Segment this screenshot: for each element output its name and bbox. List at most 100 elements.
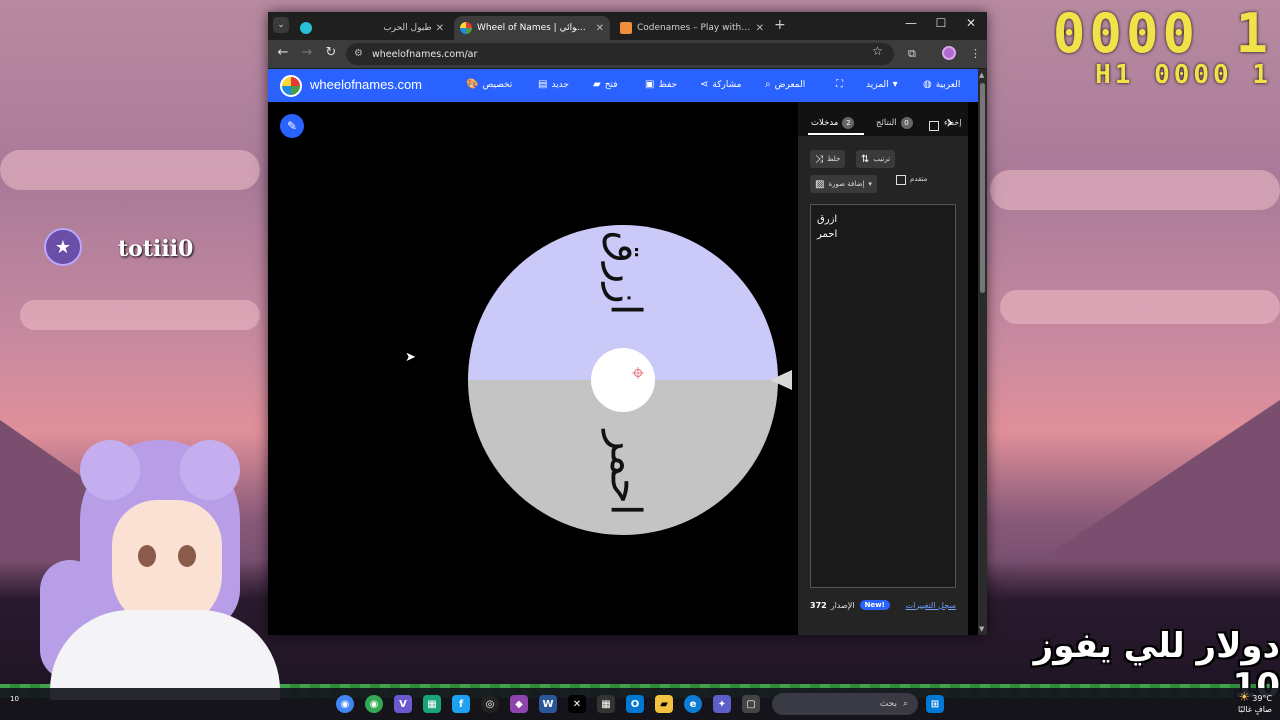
entry-line: احمر [817, 229, 838, 240]
shuffle-button[interactable]: ⤨ خلط [810, 150, 846, 168]
customize-label: تخصيص [482, 79, 513, 90]
obs-icon[interactable]: ◎ [481, 695, 499, 713]
chrome-profile-icon[interactable]: ◉ [365, 695, 383, 713]
chrome-icon[interactable]: ◉ [336, 695, 354, 713]
add-image-dropdown[interactable]: ▨ إضافة صورة ▾ [810, 175, 877, 193]
scroll-thumb[interactable] [980, 83, 985, 293]
save-button[interactable]: ▣ حفظ [645, 79, 677, 90]
active-tab-indicator [808, 133, 864, 135]
maximize-icon[interactable]: ☐ [926, 16, 956, 30]
tab-title: Wheel of Names | اسم العشوائي [477, 23, 592, 33]
file-explorer-icon[interactable]: ▰ [655, 695, 673, 713]
sort-icon: ⇅ [861, 153, 870, 165]
new-tab-plus-icon[interactable]: + [774, 17, 786, 33]
more-button[interactable]: المزيد ▾ [866, 79, 898, 90]
tab-close-icon[interactable]: ✕ [756, 23, 764, 34]
word-icon[interactable]: W [539, 695, 557, 713]
new-file-icon: ▤ [538, 79, 548, 90]
new-badge: New! [859, 600, 890, 610]
app-purple-icon[interactable]: ◆ [510, 695, 528, 713]
browser-menu-kebab-icon[interactable]: ⋮ [970, 47, 981, 60]
scroll-down-icon[interactable]: ▼ [979, 625, 984, 633]
back-arrow-icon[interactable]: ← [274, 45, 292, 60]
close-window-icon[interactable]: ✕ [956, 16, 986, 30]
weather-temp: 39°C [1252, 694, 1272, 703]
vtube-studio-icon[interactable]: V [394, 695, 412, 713]
edit-pencil-icon[interactable]: ✎ [280, 114, 304, 138]
spin-wheel[interactable]: ازرق احمر [466, 223, 780, 537]
store-icon[interactable]: ▦ [597, 695, 615, 713]
entries-panel: مدخلات 2 النتائج 0 إخفاء › ⤨ خلط ⇅ ترتيب [798, 102, 968, 635]
weather-widget[interactable]: ☀ 39°C صافٍ غالبًا [1238, 691, 1272, 715]
fullscreen-button[interactable]: ⛶ [836, 79, 843, 90]
extensions-puzzle-icon[interactable]: ⧉ [908, 47, 916, 61]
url-text: wheelofnames.com/ar [372, 48, 478, 60]
cloud [1000, 290, 1280, 324]
windows-start-icon[interactable]: ⊞ [926, 695, 944, 713]
wheel-logo-icon[interactable] [280, 75, 302, 97]
wheel-graphic[interactable]: ازرق احمر [466, 223, 780, 537]
avatar-eye-left [138, 545, 156, 567]
wheel-pointer-arrow [770, 370, 792, 390]
fullscreen-icon: ⛶ [836, 79, 843, 90]
minimize-icon[interactable]: — [896, 16, 926, 30]
open-button[interactable]: ▰ فتح [593, 79, 618, 90]
site-logo-text[interactable]: wheelofnames.com [310, 77, 422, 92]
page-scrollbar[interactable]: ▲ ▼ [978, 69, 987, 635]
app-gray-icon[interactable]: ▢ [742, 695, 760, 713]
share-label: مشاركة [712, 79, 742, 90]
x-icon[interactable]: ✕ [568, 695, 586, 713]
edge-icon[interactable]: e [684, 695, 702, 713]
site-settings-icon[interactable]: ⚙ [354, 48, 363, 59]
tab-close-icon[interactable]: ✕ [436, 23, 444, 34]
tab-results[interactable]: النتائج 0 [876, 117, 913, 129]
entries-textarea[interactable]: ازرق احمر [810, 204, 956, 588]
customize-button[interactable]: 🎨 تخصيص [466, 79, 512, 90]
image-icon: ▨ [815, 178, 825, 190]
avatar-eye-right [178, 545, 196, 567]
add-image-label: إضافة صورة [828, 180, 865, 188]
tab-favicon-icon [460, 22, 472, 34]
vtuber-avatar [40, 440, 280, 700]
tab-search-chevron-icon[interactable]: ⌄ [273, 17, 289, 33]
hide-checkbox[interactable] [929, 121, 939, 131]
open-label: فتح [604, 79, 618, 90]
new-button[interactable]: ▤ جديد [538, 79, 569, 90]
gallery-button[interactable]: ⌕ المعرض [765, 79, 805, 90]
tab-strip: ⌄ طبول الحرب ✕ Wheel of Names | اسم العش… [268, 12, 987, 40]
tab-close-icon[interactable]: ✕ [596, 23, 604, 34]
sort-button[interactable]: ⇅ ترتيب [856, 150, 896, 168]
share-button[interactable]: ⋖ مشاركة [700, 79, 741, 90]
tab-codenames[interactable]: Codenames – Play with your Fr ✕ [614, 16, 770, 40]
results-count-badge: 0 [900, 117, 913, 129]
profile-avatar-icon[interactable] [942, 46, 956, 60]
taskbar-search-field[interactable]: بحث ⌕ [772, 693, 918, 715]
entries-content: ⤨ خلط ⇅ ترتيب ▨ إضافة صورة ▾ متقدم ازرق … [798, 136, 968, 635]
globe-icon: ◍ [923, 79, 932, 90]
app-blue-icon[interactable]: f [452, 695, 470, 713]
tab-war-drums[interactable]: طبول الحرب ✕ [294, 16, 450, 40]
wheel-center-hub[interactable] [591, 348, 655, 412]
shuffle-label: خلط [827, 155, 841, 163]
bookmark-star-icon[interactable]: ☆ [872, 44, 883, 58]
folder-icon: ▰ [593, 79, 601, 90]
taskbar-clock[interactable]: 10 [10, 694, 19, 704]
gallery-label: المعرض [774, 79, 806, 90]
avatar-body [50, 610, 280, 700]
scroll-up-icon[interactable]: ▲ [979, 71, 984, 79]
reload-icon[interactable]: ↻ [322, 45, 340, 60]
tab-entries[interactable]: مدخلات 2 [811, 117, 855, 129]
language-button[interactable]: ◍ العربية [923, 79, 960, 90]
copilot-icon[interactable]: ✦ [713, 695, 731, 713]
browser-window: ⌄ طبول الحرب ✕ Wheel of Names | اسم العش… [268, 12, 987, 635]
tab-wheel-of-names[interactable]: Wheel of Names | اسم العشوائي ✕ [454, 16, 610, 40]
advanced-checkbox[interactable] [896, 175, 906, 185]
app-green-icon[interactable]: ▦ [423, 695, 441, 713]
changelog-link[interactable]: سجل التغييرات [906, 601, 956, 610]
forward-arrow-icon[interactable]: → [298, 45, 316, 60]
collapse-panel-chevron-icon[interactable]: › [946, 112, 953, 133]
tab-title: طبول الحرب [383, 23, 432, 33]
outlook-icon[interactable]: O [626, 695, 644, 713]
language-label: العربية [935, 79, 961, 90]
url-field[interactable]: ⚙ wheelofnames.com/ar [346, 43, 894, 65]
